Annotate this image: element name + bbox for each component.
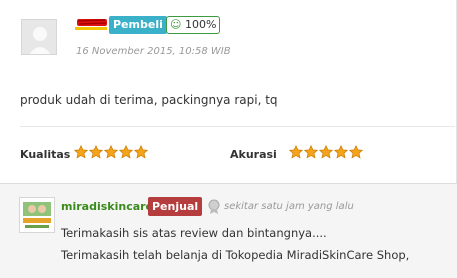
star-icon	[89, 145, 103, 159]
shop-logo-icon	[20, 198, 54, 232]
seller-name[interactable]: miradiskincare	[61, 200, 153, 213]
quality-label: Kualitas	[20, 148, 71, 161]
medal-icon	[208, 199, 220, 214]
star-icon	[349, 145, 363, 159]
star-icon	[304, 145, 318, 159]
star-icon	[74, 145, 88, 159]
star-icon	[134, 145, 148, 159]
reply-time: sekitar satu jam yang lalu	[224, 201, 354, 212]
smile-icon: ☺	[170, 18, 182, 31]
divider	[20, 126, 455, 127]
star-icon	[334, 145, 348, 159]
redacted-username[interactable]	[75, 15, 109, 33]
buyer-badge: Pembeli	[109, 16, 167, 34]
review-timestamp: 16 November 2015, 10:58 WIB	[76, 46, 231, 57]
star-icon	[319, 145, 333, 159]
reputation-value: 100%	[184, 18, 217, 31]
seller-badge: Penjual	[148, 197, 203, 216]
star-icon	[104, 145, 118, 159]
reputation-badge[interactable]: ☺ 100%	[166, 16, 221, 34]
buyer-avatar[interactable]	[21, 19, 57, 55]
reply-line-1: Terimakasih sis atas review dan bintangn…	[61, 226, 327, 240]
accuracy-label: Akurasi	[230, 148, 277, 161]
review-text: produk udah di terima, packingnya rapi, …	[20, 93, 278, 107]
quality-stars	[74, 145, 148, 159]
seller-reply: miradiskincare Penjual sekitar satu jam …	[0, 183, 457, 278]
accuracy-stars	[289, 145, 363, 159]
reply-line-2: Terimakasih telah belanja di Tokopedia M…	[61, 248, 410, 262]
review-card: Pembeli ☺ 100% 16 November 2015, 10:58 W…	[0, 0, 457, 278]
user-silhouette-icon	[22, 20, 56, 54]
star-icon	[119, 145, 133, 159]
star-icon	[289, 145, 303, 159]
seller-logo[interactable]	[19, 197, 55, 233]
